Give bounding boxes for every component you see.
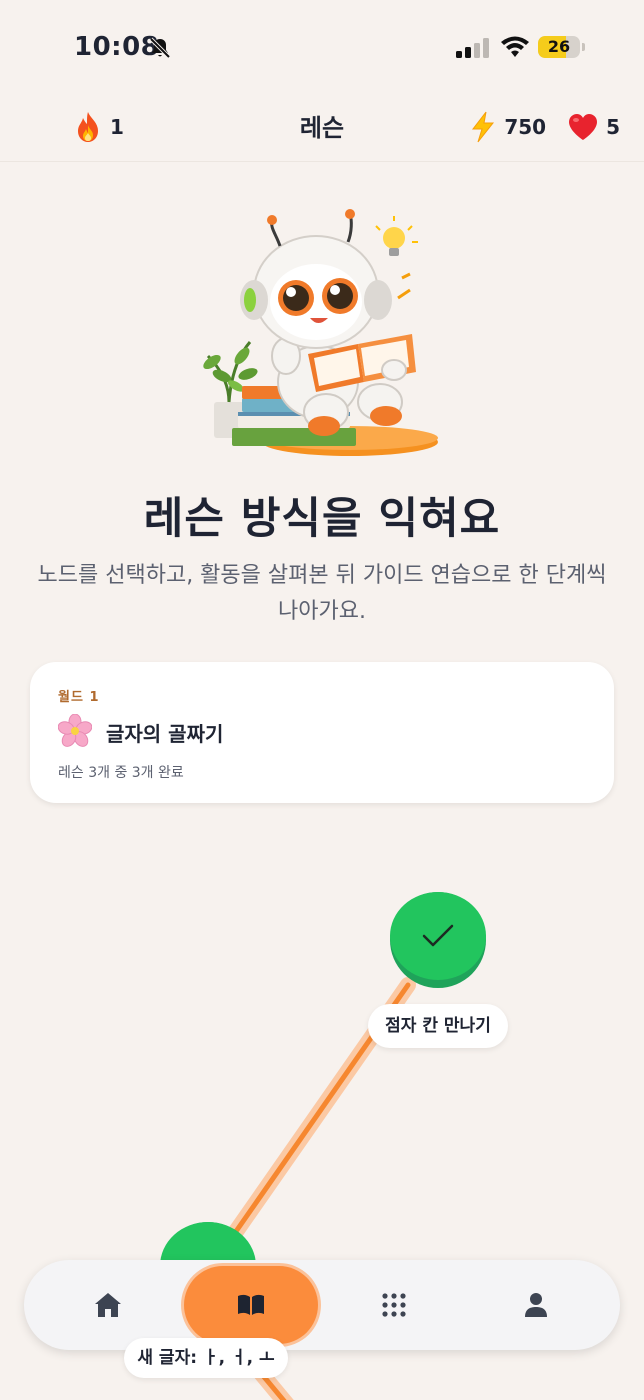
- cellular-signal-icon: [456, 38, 489, 58]
- top-header: 1 레슨 750 5: [0, 92, 644, 162]
- battery-percent: 26: [547, 37, 571, 56]
- robot-reading-illustration: [203, 209, 438, 456]
- bottom-tab-bar: [24, 1260, 620, 1350]
- book-icon: [238, 1294, 264, 1315]
- person-icon: [525, 1293, 547, 1317]
- lightning-icon: [472, 111, 495, 143]
- hero-subtitle: 노드를 선택하고, 활동을 살펴본 뒤 가이드 연습으로 한 단계씩 나아가요.: [37, 563, 607, 624]
- energy-count: 750: [504, 115, 547, 139]
- status-bar: 10:08 26: [0, 0, 644, 92]
- cherry-blossom-icon: [58, 714, 92, 747]
- world-card[interactable]: 월드 1 글자의 골짜기 레슨 3개 중 3개 완료: [30, 662, 614, 803]
- battery-icon: 26: [538, 36, 586, 58]
- hearts-counter[interactable]: 5: [568, 113, 620, 141]
- tab-home[interactable]: [58, 1260, 158, 1350]
- bell-off-icon: [149, 37, 171, 59]
- hearts-count: 5: [606, 115, 620, 139]
- checkmark-icon: [422, 924, 454, 947]
- world-label: 월드 1: [58, 690, 100, 705]
- lesson-node-1-label[interactable]: 점자 칸 만나기: [368, 1004, 508, 1048]
- wifi-icon: [501, 36, 529, 57]
- grid-icon: [382, 1293, 406, 1317]
- tab-grid[interactable]: [344, 1260, 444, 1350]
- status-time: 10:08: [74, 32, 160, 62]
- heart-icon: [569, 114, 598, 140]
- lessons-screen: 10:08 26 1 레슨 750 5 레슨 방식을 익혀요 노드를 선택하고,…: [0, 0, 644, 1400]
- world-progress: 레슨 3개 중 3개 완료: [58, 765, 184, 781]
- lesson-node-2-label[interactable]: 새 글자: ㅏ, ㅓ, ㅗ: [124, 1338, 288, 1378]
- tab-profile[interactable]: [486, 1260, 586, 1350]
- tab-lessons[interactable]: [184, 1266, 318, 1344]
- home-icon: [95, 1293, 121, 1317]
- energy-counter[interactable]: 750: [470, 111, 546, 143]
- world-name: 글자의 골짜기: [106, 722, 224, 746]
- hero-title: 레슨 방식을 익혀요: [143, 494, 501, 544]
- lesson-node-1[interactable]: [390, 892, 486, 988]
